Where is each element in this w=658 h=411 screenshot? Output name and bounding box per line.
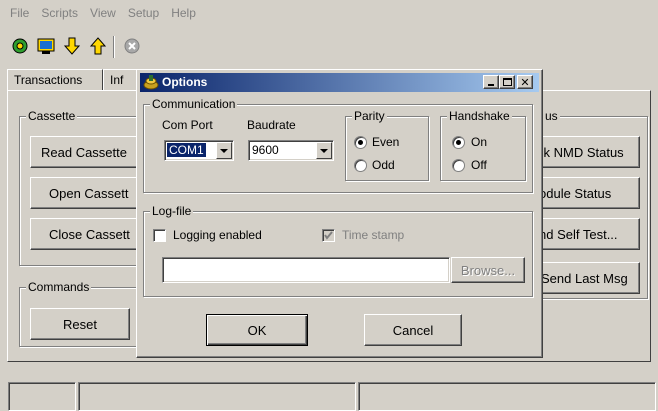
open-cassette-button[interactable]: Open Cassett (30, 177, 142, 209)
handshake-on-label: On (471, 135, 488, 149)
parity-odd-radio[interactable] (354, 159, 367, 172)
menu-setup[interactable]: Setup (122, 4, 165, 22)
chevron-down-icon[interactable] (316, 142, 332, 159)
close-button[interactable]: ✕ (517, 75, 533, 89)
menu-help[interactable]: Help (165, 4, 202, 22)
logging-enabled-label: Logging enabled (173, 228, 262, 242)
app-icon (143, 74, 159, 90)
close-cassette-button[interactable]: Close Cassett (30, 218, 142, 250)
com-port-label: Com Port (162, 118, 213, 132)
timestamp-label: Time stamp (342, 228, 405, 242)
toolbar-separator (113, 36, 115, 58)
baudrate-label: Baudrate (247, 118, 296, 132)
parity-even-label: Even (372, 135, 400, 149)
ok-button[interactable]: OK (206, 314, 308, 346)
stop-icon[interactable] (122, 36, 142, 56)
close-icon: ✕ (520, 76, 530, 89)
parity-legend: Parity (352, 109, 387, 123)
menu-bar: File Scripts View Setup Help (4, 4, 202, 22)
status-pane-1 (8, 382, 76, 411)
handshake-off-label: Off (471, 158, 487, 172)
dialog-title: Options (162, 75, 208, 89)
com-port-value: COM1 (167, 143, 206, 157)
menu-scripts[interactable]: Scripts (35, 4, 84, 22)
reset-button[interactable]: Reset (30, 308, 130, 340)
maximize-icon (502, 78, 512, 86)
timestamp-checkbox[interactable] (322, 229, 335, 242)
handshake-legend: Handshake (447, 109, 512, 123)
download-arrow-icon[interactable] (62, 36, 82, 56)
status-legend: us (543, 109, 560, 123)
logfile-group: Log-file (143, 204, 533, 297)
dialog-title-bar[interactable]: Options ✕ (140, 73, 539, 92)
baudrate-value: 9600 (252, 143, 279, 157)
check-nmd-status-button[interactable]: ck NMD Status (528, 136, 640, 168)
logging-enabled-checkbox[interactable] (153, 229, 166, 242)
baudrate-select[interactable]: 9600 (248, 140, 334, 161)
maximize-button[interactable] (499, 75, 515, 89)
com-port-select[interactable]: COM1 (164, 140, 234, 161)
parity-odd-label: Odd (372, 158, 395, 172)
handshake-on-radio[interactable] (452, 136, 465, 149)
minimize-button[interactable] (483, 75, 499, 89)
handshake-off-radio[interactable] (452, 159, 465, 172)
checkmark-icon (324, 231, 333, 240)
cassette-legend: Cassette (26, 109, 78, 123)
menu-file[interactable]: File (4, 4, 35, 22)
settings-cog-icon[interactable] (10, 36, 30, 56)
send-last-msg-button[interactable]: Send Last Msg (528, 262, 640, 294)
menu-view[interactable]: View (84, 4, 122, 22)
send-self-test-button[interactable]: nd Self Test... (528, 218, 640, 250)
commands-legend: Commands (26, 280, 92, 294)
upload-arrow-icon[interactable] (88, 36, 108, 56)
status-pane-2 (78, 382, 356, 411)
status-pane-3 (358, 382, 656, 411)
browse-button[interactable]: Browse... (451, 257, 525, 283)
module-status-button[interactable]: odule Status (528, 177, 640, 209)
parity-even-radio[interactable] (354, 136, 367, 149)
monitor-icon[interactable] (36, 36, 56, 56)
logfile-legend: Log-file (150, 204, 194, 218)
chevron-down-icon[interactable] (216, 142, 232, 159)
cancel-button[interactable]: Cancel (364, 314, 462, 346)
logfile-path-input[interactable] (162, 257, 450, 283)
communication-legend: Communication (150, 97, 238, 111)
read-cassette-button[interactable]: Read Cassette (30, 136, 142, 168)
minimize-icon (488, 84, 494, 86)
tab-transactions[interactable]: Transactions (7, 69, 103, 91)
